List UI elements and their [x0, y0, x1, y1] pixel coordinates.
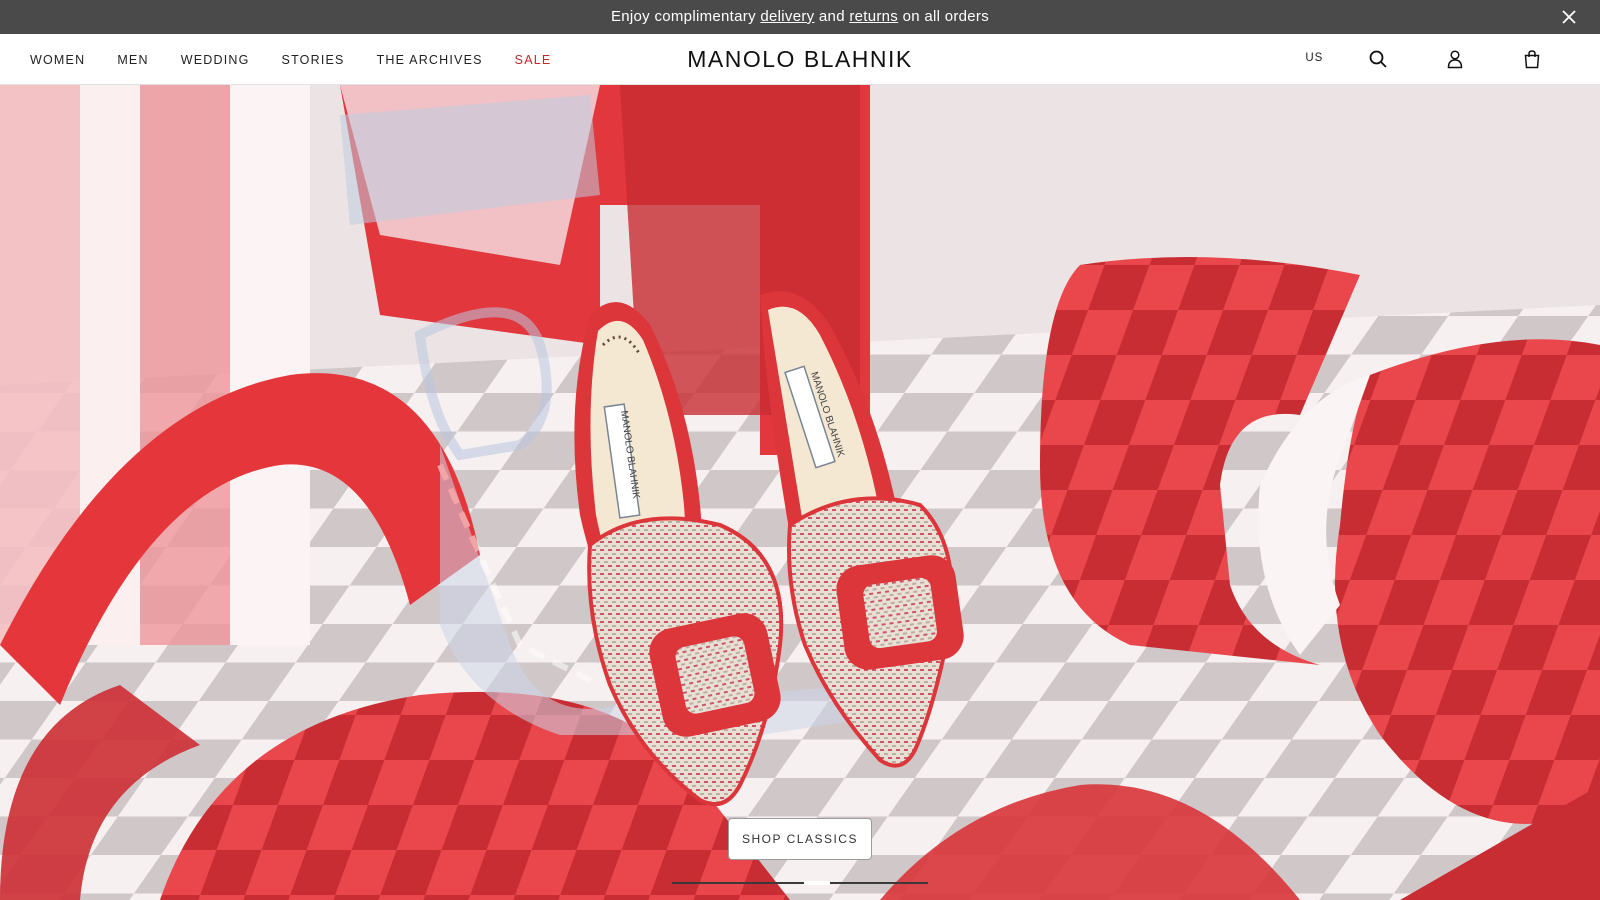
main-nav: WOMEN MEN WEDDING STORIES THE ARCHIVES S… — [30, 34, 583, 85]
nav-stories[interactable]: STORIES — [282, 53, 345, 67]
hero-image: MANOLO BLAHNIK MANOLO BLAHNIK — [0, 85, 1600, 900]
nav-women[interactable]: WOMEN — [30, 53, 85, 67]
announcement-prefix: Enjoy complimentary — [610, 8, 756, 25]
carousel-active-indicator[interactable] — [804, 881, 830, 885]
nav-sale[interactable]: SALE — [515, 53, 552, 67]
delivery-link[interactable]: delivery — [760, 8, 814, 25]
search-icon[interactable] — [1368, 49, 1388, 69]
announcement-suffix: on all orders — [902, 8, 990, 25]
announcement-middle: and — [818, 8, 845, 25]
site-header: WOMEN MEN WEDDING STORIES THE ARCHIVES S… — [0, 34, 1600, 113]
account-icon[interactable] — [1445, 49, 1465, 69]
nav-archives[interactable]: THE ARCHIVES — [377, 53, 483, 67]
carousel-progress[interactable] — [672, 881, 928, 885]
hero-banner[interactable]: MANOLO BLAHNIK MANOLO BLAHNIK SHOP CLASS… — [0, 85, 1600, 900]
shopping-bag-icon[interactable] — [1522, 49, 1542, 69]
shop-classics-button[interactable]: SHOP CLASSICS — [728, 818, 872, 860]
returns-link[interactable]: returns — [849, 8, 898, 25]
carousel-track — [672, 882, 928, 884]
nav-wedding[interactable]: WEDDING — [181, 53, 250, 67]
brand-logo[interactable]: MANOLO BLAHNIK — [687, 46, 913, 72]
nav-men[interactable]: MEN — [117, 53, 148, 67]
announcement-text: Enjoy complimentary delivery and returns… — [0, 0, 1600, 34]
close-icon[interactable] — [1560, 8, 1578, 26]
announcement-bar: Enjoy complimentary delivery and returns… — [0, 0, 1600, 34]
currency-selector[interactable]: US $USD — [1305, 34, 1340, 113]
